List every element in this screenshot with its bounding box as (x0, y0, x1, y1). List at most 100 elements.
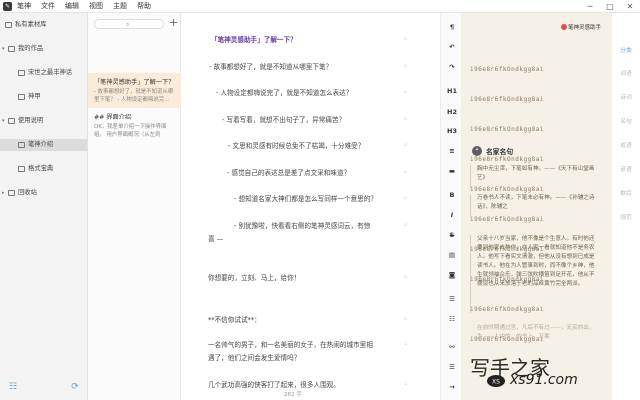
menu-theme[interactable]: 主题 (113, 1, 127, 11)
sidebar-item-work-1[interactable]: 宋世之最丰神话 (0, 67, 87, 79)
quote-item[interactable]: 父亲十八岁当家，他不像是个生意人。有时他还要到他家去种作，亦人家一看就知道他不是… (477, 235, 595, 289)
category-tab[interactable]: 歇后 (612, 188, 640, 197)
word-cloud-row[interactable]: i96e8r6fkOndkgg8ai (470, 95, 606, 105)
note-card[interactable]: 「笔神灵感助手」了解一下？ - 故事都想好了，就是不知道从哪里下笔？ - 人物设… (88, 73, 181, 108)
minimize-button[interactable]: ─ (580, 0, 600, 13)
quote-item[interactable]: 在前时期通过官，凡后不有过——，无实的出，为——人中的，的书上，万案 (477, 324, 595, 342)
list-icon[interactable]: ☰ (444, 361, 460, 373)
doc-icon (18, 94, 25, 100)
quote-item[interactable]: 万卷书人不读，下笔未必有神。——《孙辅之诗话》，陈辅之 (477, 194, 595, 212)
editor-line[interactable]: - 想知道名家大神们都是怎么写同样一个意思的？ (234, 193, 377, 203)
add-note-button[interactable]: + (169, 17, 178, 29)
sidebar-item-format-guide[interactable]: 格式宝典 (0, 163, 87, 175)
sidebar-item-work-2[interactable]: 神甲 (0, 91, 87, 103)
ordered-list-icon[interactable]: ☷ (444, 313, 460, 325)
editor-line[interactable]: - 文思和灵感有时候总免不了枯竭，十分难受？ (228, 140, 364, 150)
undo-icon[interactable]: ↶ (444, 41, 460, 53)
category-tab[interactable]: 规范 (612, 212, 640, 221)
watermark-logo-icon: XS (487, 375, 505, 387)
sidebar-item-private-library[interactable]: 私有素材库 (0, 19, 87, 31)
line-marker: ▫ (404, 316, 408, 322)
italic-icon[interactable]: I (444, 209, 460, 221)
editor-line[interactable]: 喜 — (208, 233, 223, 243)
sidebar-item-trash[interactable]: ▸ 回收站 (0, 187, 87, 199)
heading1-icon[interactable]: H1 (444, 85, 460, 97)
note-title: ## 界面介绍 (94, 114, 132, 121)
note-list: ⌕ + 「笔神灵感助手」了解一下？ - 故事都想好了，就是不知道从哪里下笔？ -… (88, 13, 181, 400)
line-marker: ▫ (404, 63, 408, 69)
category-tab[interactable]: 词语 (612, 68, 640, 77)
paragraph-icon[interactable]: ≡ (444, 145, 460, 157)
svg-text:XS: XS (492, 379, 500, 386)
menu-file[interactable]: 文件 (41, 1, 55, 11)
settings-sliders-icon[interactable]: ☷ (8, 382, 18, 392)
redo-icon[interactable]: ↷ (444, 61, 460, 73)
box-icon (5, 22, 12, 28)
category-tab[interactable]: 谚语 (612, 164, 640, 173)
quote-item[interactable]: 胸中无尘滓，下笔如有神。——《天下有山堂画艺》 (477, 165, 595, 183)
watermark-domain: xs91.com (510, 372, 578, 388)
folder-icon (8, 46, 15, 52)
search-input[interactable] (95, 20, 163, 28)
comment-icon[interactable]: ▬ (444, 165, 460, 177)
sidebar-item-label: 使用说明 (18, 117, 44, 124)
maximize-button[interactable]: □ (600, 0, 620, 13)
sidebar-item-my-works[interactable]: ▾ 我的作品 (0, 43, 87, 55)
menu-edit[interactable]: 编辑 (65, 1, 79, 11)
famous-quotes-section: ❝ 名家名句 (470, 145, 608, 159)
line-marker: ▫ (404, 195, 408, 201)
editor-heading[interactable]: 「笔神灵感助手」了解一下？ (211, 34, 297, 44)
category-tab[interactable]: 成语 (612, 140, 640, 149)
heading3-icon[interactable]: H3 (444, 125, 460, 137)
editor-line[interactable]: - 人物设定都嗨说完了，就是不知道怎么表达？ (216, 87, 352, 97)
close-button[interactable]: ✕ (620, 0, 640, 13)
link-icon[interactable]: ⚯ (444, 341, 460, 353)
chevron-right-icon[interactable]: ▸ (2, 187, 5, 199)
word-cloud-row[interactable]: i96e8r6fkOndkgg8ai (470, 65, 606, 75)
line-marker: ▫ (404, 89, 408, 95)
menu-view[interactable]: 视图 (89, 1, 103, 11)
editor-line[interactable]: - 写着写着，就想不出句子了，异常痛苦？ (222, 114, 345, 124)
menubar: ✎ 笔神 文件 编辑 视图 主题 帮助 ─ □ ✕ (0, 0, 640, 13)
word-cloud-row[interactable]: i96e8r6fkOndkgg8ai (470, 125, 606, 135)
menu-help[interactable]: 帮助 (137, 1, 151, 11)
assistant-header: 笔神灵感助手 (462, 23, 612, 35)
editor-line[interactable]: - 故事都想好了，就是不知道从哪里下笔？ (209, 61, 332, 71)
editor-line[interactable]: 一名帅气的男子，和一名美丽的女子，在热闹的城市里相 (208, 339, 373, 349)
sync-icon[interactable]: ⟳ (70, 382, 80, 392)
line-marker: ▫ (404, 341, 408, 347)
editor[interactable]: 「笔神灵感助手」了解一下？ - 故事都想好了，就是不知道从哪里下笔？ - 人物设… (181, 13, 440, 400)
word-cloud-row[interactable]: i96e8r6fkOndkgg8ai (470, 215, 606, 225)
unordered-list-icon[interactable]: ☰ (444, 293, 460, 305)
search-box[interactable]: ⌕ (94, 19, 164, 29)
editor-line[interactable]: 几个武功高强的侠客打了起来，很多人围观。 (208, 379, 340, 389)
editor-line[interactable]: - 感觉自己的表达总是差了点文采和味道？ (227, 167, 350, 177)
quote-block-icon[interactable]: ▤ (444, 249, 460, 261)
code-icon[interactable]: ◙ (444, 269, 460, 281)
sidebar-item-instructions[interactable]: ▾ 使用说明 (0, 115, 87, 127)
menu-app-name[interactable]: 笔神 (17, 1, 31, 11)
next-icon[interactable]: → (444, 381, 460, 393)
app-logo-icon: ✎ (3, 1, 12, 11)
line-marker: ▫ (404, 274, 408, 280)
category-tab[interactable]: 分类 (612, 45, 640, 54)
editor-line[interactable]: 你想要的，立刻、马上，给你！ (208, 272, 300, 282)
note-card[interactable]: ## 界面介绍 OK，我差单介绍一下操作界面 组。 用户界面概况（从左到 (88, 108, 181, 143)
chevron-down-icon[interactable]: ▾ (2, 43, 5, 55)
editor-line[interactable]: 遇了，他们之间会发生爱情吗？ (208, 352, 300, 362)
category-tab[interactable]: 名句 (612, 116, 640, 125)
heading2-icon[interactable]: H2 (444, 106, 460, 118)
note-snippet: - 故事都想好了，就是不知道从哪里下笔？ - 人物设定都嗨说完... (94, 89, 174, 103)
sidebar-item-label: 笔神介绍 (28, 141, 54, 148)
chevron-down-icon[interactable]: ▾ (2, 115, 5, 127)
paint-roller-icon[interactable]: ¶ (444, 21, 460, 33)
category-rail: 分类 词语 诗词 名句 成语 谚语 歇后 规范 (612, 13, 640, 400)
category-tab[interactable]: 诗词 (612, 92, 640, 101)
editor-line[interactable]: **不信你试试**： (208, 314, 261, 324)
strikethrough-icon[interactable]: S (444, 229, 460, 241)
sidebar-item-intro[interactable]: 笔神介绍 (0, 139, 87, 151)
bold-icon[interactable]: B (444, 189, 460, 201)
word-cloud-row[interactable]: i96e8r6fkOndkgg8ai (470, 305, 606, 315)
editor-line[interactable]: - 别犹豫啦，快看看右侧的笔神灵感词云，有惊 (234, 220, 370, 230)
doc-icon (18, 70, 25, 76)
